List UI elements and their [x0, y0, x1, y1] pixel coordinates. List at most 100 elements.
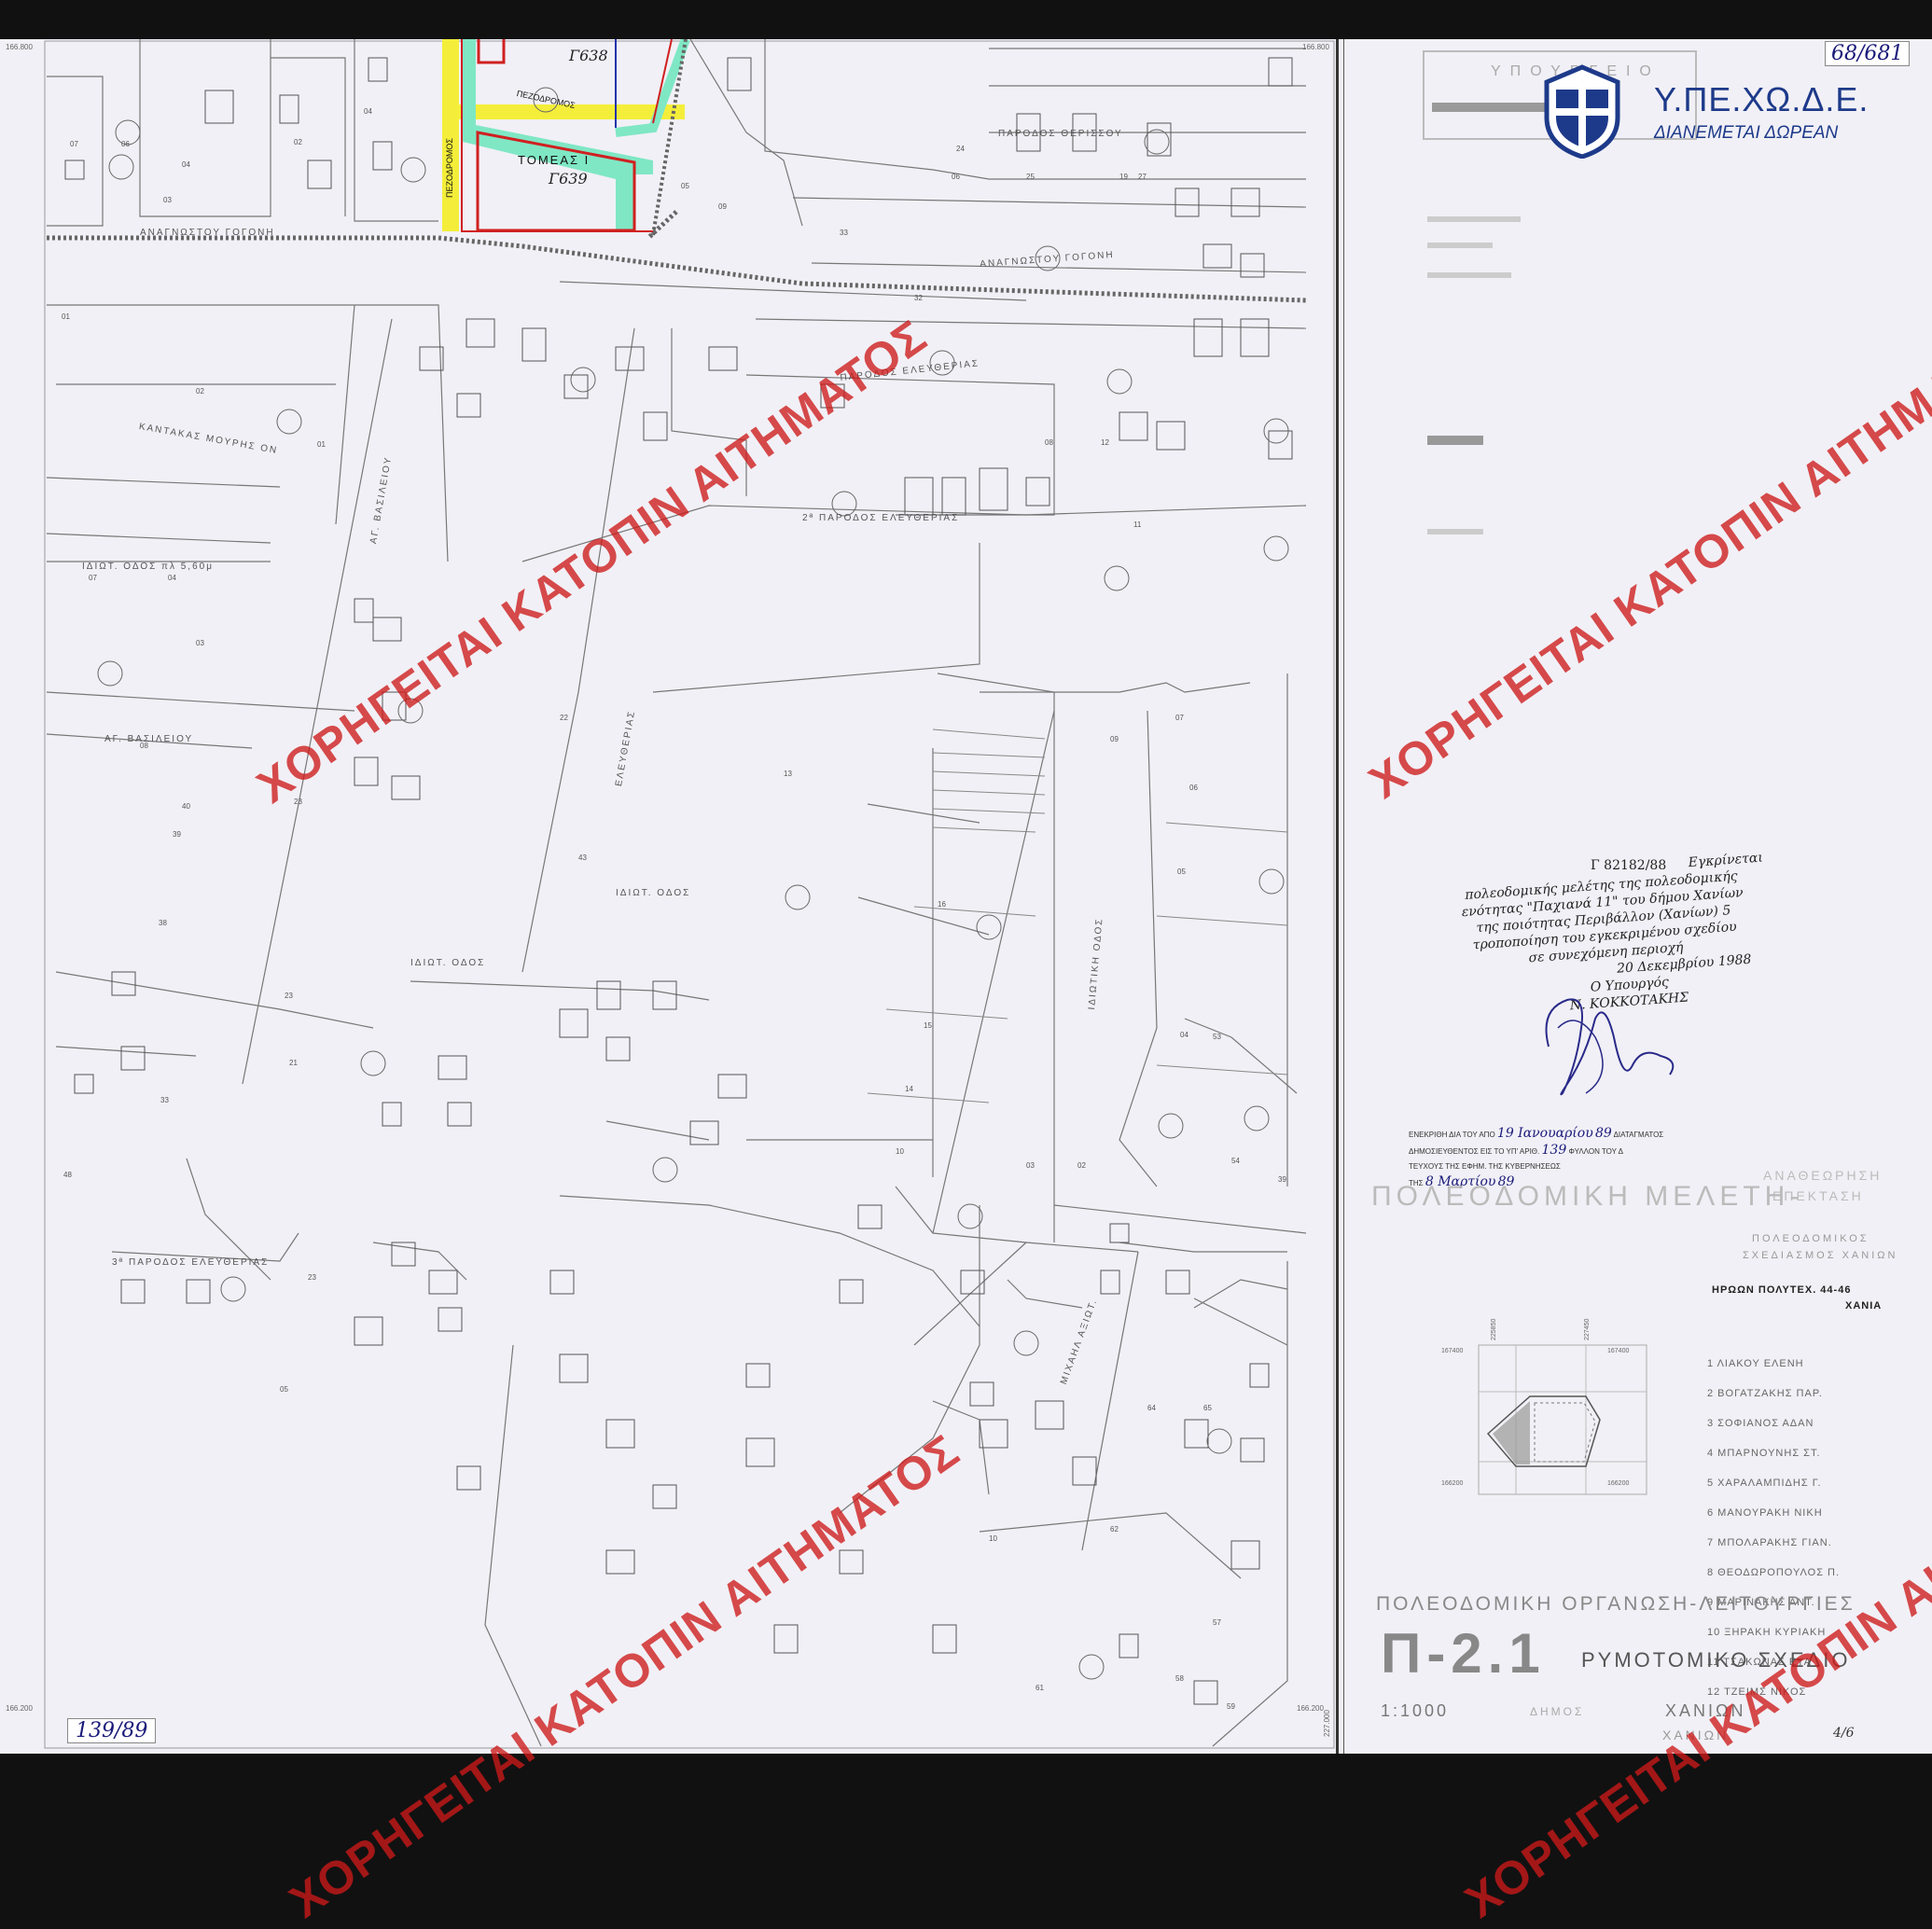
gazette-year: 89 — [1594, 1126, 1612, 1141]
inset-coord: 167400 — [1607, 1348, 1630, 1354]
svg-text:04: 04 — [168, 574, 176, 582]
svg-text:38: 38 — [159, 919, 167, 927]
street-label: 2ª ΠΑΡΟΔΟΣ ΕΛΕΥΘΕΡΙΑΣ — [802, 513, 960, 523]
gazette-text: ΤΕΥΧΟΥΣ ΤΗΣ ΕΦΗΜ. ΤΗΣ ΚΥΒΕΡΝΗΣΕΩΣ — [1409, 1162, 1561, 1171]
svg-text:33: 33 — [160, 1096, 169, 1104]
svg-text:53: 53 — [1213, 1033, 1221, 1041]
sheet-code: Π-2.1 — [1381, 1622, 1546, 1685]
svg-text:25: 25 — [1026, 173, 1035, 181]
ministry-emblem-icon — [1544, 64, 1620, 159]
street-label: ΑΝΑΓΝΩΣΤΟΥ ΓΟΓΟΝΗ — [140, 228, 275, 238]
owner-item: 1 ΛΙΑΚΟΥ ΕΛΕΝΗ — [1707, 1358, 1804, 1369]
svg-text:13: 13 — [784, 770, 792, 778]
svg-text:08: 08 — [1045, 438, 1053, 447]
gazette-line: ΕΝΕΚΡΙΘΗ ΔΙΑ ΤΟΥ ΑΠΟ 19 Ιανουαρίου 89 ΔΙ… — [1409, 1126, 1689, 1143]
svg-text:16: 16 — [938, 900, 946, 909]
svg-text:12: 12 — [1101, 438, 1109, 447]
svg-text:03: 03 — [196, 639, 204, 647]
svg-text:24: 24 — [956, 145, 965, 153]
owner-item: 8 ΘΕΟΔΩΡΟΠΟΥΛΟΣ Π. — [1707, 1567, 1841, 1578]
study-title-right: ΑΝΑΘΕΩΡΗΣΗ — [1763, 1168, 1883, 1183]
locator-inset — [1478, 1344, 1647, 1495]
svg-text:07: 07 — [70, 140, 78, 148]
svg-text:33: 33 — [840, 229, 848, 237]
ministry-logo-text: Υ.ΠΕ.ΧΩ.Δ.Ε. — [1654, 80, 1869, 118]
svg-text:39: 39 — [173, 830, 181, 839]
svg-text:04: 04 — [364, 107, 372, 116]
street-label: 3ª ΠΑΡΟΔΟΣ ΕΛΕΥΘΕΡΙΑΣ — [112, 1257, 270, 1268]
drawing-sheet: 07 06 04 03 02 04 01 02 01 04 03 07 08 22 23 40 39 3… — [0, 39, 1932, 1754]
gazette-text: ΔΗΜΟΣΙΕΥΘΕΝΤΟΣ ΕΙΣ ΤΟ ΥΠ' ΑΡΙΘ. — [1409, 1147, 1540, 1156]
faded-text-bar — [1427, 216, 1521, 222]
sheet-divider-thin — [1343, 39, 1344, 1754]
svg-text:11: 11 — [1133, 520, 1142, 529]
gazette-number: 139 — [1541, 1143, 1567, 1158]
ref-number-top: 68/681 — [1825, 41, 1911, 66]
sector-code-2: Γ638 — [569, 47, 608, 64]
svg-text:21: 21 — [289, 1059, 298, 1067]
sector-label: ΤΟΜΕΑΣ Ι — [518, 153, 591, 167]
svg-text:23: 23 — [308, 1273, 316, 1282]
svg-text:22: 22 — [560, 714, 568, 722]
page-mark: 4/6 — [1833, 1726, 1855, 1741]
svg-text:57: 57 — [1213, 1618, 1221, 1627]
gazette-text: ΕΝΕΚΡΙΘΗ ΔΙΑ ΤΟΥ ΑΠΟ — [1409, 1131, 1495, 1139]
map-coord: 227.000 — [1323, 1710, 1331, 1737]
ministry-logo-subtext: ΔΙΑΝΕΜΕΤΑΙ ΔΩΡΕΑΝ — [1654, 123, 1839, 143]
svg-text:59: 59 — [1227, 1702, 1235, 1711]
svg-text:02: 02 — [196, 387, 204, 396]
study-title: ΠΟΛΕΟΔΟΜΙΚΗ ΜΕΛΕΤΗ- — [1371, 1181, 1804, 1212]
owner-item: 5 ΧΑΡΑΛΑΜΠΙΔΗΣ Γ. — [1707, 1478, 1822, 1489]
inset-coord: 166200 — [1441, 1480, 1464, 1487]
svg-text:06: 06 — [952, 173, 960, 181]
street-label: ΙΔΙΩΤ. ΟΔΟΣ πλ 5,60μ — [82, 562, 214, 572]
svg-text:05: 05 — [280, 1385, 288, 1394]
owner-item: 7 ΜΠΟΛΑΡΑΚΗΣ ΓΙΑΝ. — [1707, 1537, 1832, 1548]
map-coord: 166.200 — [6, 1704, 33, 1713]
svg-text:06: 06 — [121, 140, 130, 148]
inset-coord: 225850 — [1491, 1318, 1497, 1340]
street-label: ΑΓ. ΒΑΣΙΛΕΙΟΥ — [104, 734, 194, 744]
owner-item: 4 ΜΠΑΡΝΟΥΝΗΣ ΣΤ. — [1707, 1448, 1821, 1459]
planning-label: ΣΧΕΔΙΑΣΜΟΣ ΧΑΝΙΩΝ — [1743, 1250, 1898, 1261]
pedestrian-label-2: ΠΕΖΟΔΡΟΜΟΣ — [445, 138, 454, 198]
address-line: ΧΑΝΙΑ — [1845, 1300, 1883, 1311]
faded-text-bar — [1427, 436, 1483, 445]
svg-text:64: 64 — [1147, 1404, 1156, 1412]
svg-text:02: 02 — [294, 138, 302, 146]
signature — [1545, 998, 1675, 1096]
faded-text-bar — [1427, 272, 1511, 278]
gazette-text: ΦΥΛΛΟΝ ΤΟΥ Δ — [1568, 1147, 1623, 1156]
svg-text:54: 54 — [1231, 1157, 1240, 1165]
street-label: ΠΑΡΟΔΟΣ ΘΕΡΙΣΣΟΥ — [998, 129, 1123, 139]
svg-text:39: 39 — [1278, 1175, 1286, 1184]
faded-text-bar — [1427, 529, 1483, 534]
ref-number-bottom: 139/89 — [67, 1718, 157, 1743]
street-label: ΙΔΙΩΤ. ΟΔΟΣ — [616, 888, 691, 898]
scale: 1:1000 — [1381, 1701, 1450, 1720]
svg-text:02: 02 — [1077, 1161, 1086, 1170]
svg-text:01: 01 — [317, 440, 326, 449]
svg-text:06: 06 — [1189, 784, 1198, 792]
faded-text-bar — [1427, 243, 1493, 248]
map-coord: 166.800 — [1302, 43, 1329, 51]
svg-text:14: 14 — [905, 1085, 913, 1093]
svg-text:04: 04 — [182, 160, 190, 169]
svg-text:48: 48 — [63, 1171, 72, 1179]
svg-text:19: 19 — [1119, 173, 1128, 181]
svg-text:23: 23 — [285, 992, 293, 1000]
org-title: ΠΟΛΕΟΔΟΜΙΚΗ ΟΡΓΑΝΩΣΗ-ΛΕΙΤΟΥΡΓΙΕΣ — [1376, 1593, 1856, 1615]
svg-text:01: 01 — [62, 312, 70, 321]
svg-text:40: 40 — [182, 802, 190, 811]
svg-text:05: 05 — [1177, 867, 1186, 876]
svg-text:09: 09 — [1110, 735, 1119, 743]
map-coord: 166.200 — [1297, 1704, 1324, 1713]
svg-text:15: 15 — [924, 1021, 932, 1030]
svg-text:61: 61 — [1035, 1684, 1044, 1692]
svg-text:65: 65 — [1203, 1404, 1212, 1412]
svg-text:62: 62 — [1110, 1525, 1119, 1533]
owner-item: 3 ΣΟΦΙΑΝΟΣ ΑΔΑΝ — [1707, 1418, 1814, 1429]
municipality-label: ΔΗΜΟΣ — [1530, 1705, 1585, 1718]
svg-text:04: 04 — [1180, 1031, 1188, 1039]
map-coord: 166.800 — [6, 43, 33, 51]
